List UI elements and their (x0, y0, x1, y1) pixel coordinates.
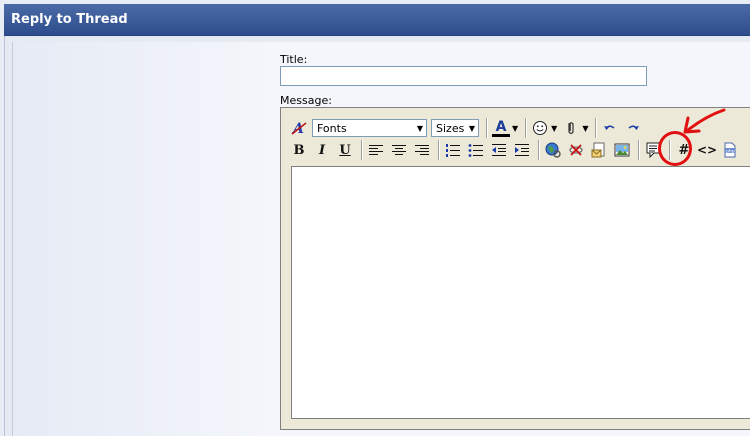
php-tag-button[interactable]: php (720, 140, 740, 160)
size-select[interactable]: Sizes ▼ (431, 119, 479, 137)
align-center-icon (392, 145, 406, 155)
email-icon (591, 142, 605, 158)
toolbar-separator (525, 118, 528, 138)
outdent-icon (492, 144, 506, 156)
panel-header: Reply to Thread (4, 4, 750, 36)
align-center-button[interactable] (389, 140, 409, 160)
size-select-value: Sizes (436, 121, 465, 135)
toolbar-row-1: A Fonts ▼ Sizes ▼ A ▼ ▼ ▼ (289, 117, 646, 139)
message-label: Message: (280, 94, 332, 107)
remove-formatting-button[interactable]: A (289, 118, 309, 138)
php-file-icon: php (724, 142, 736, 158)
unordered-list-button[interactable] (466, 140, 486, 160)
html-code-icon: <> (696, 143, 718, 157)
paperclip-icon (568, 122, 574, 135)
unordered-list-icon (468, 144, 483, 157)
attachment-button[interactable] (561, 118, 581, 138)
align-left-button[interactable] (366, 140, 386, 160)
panel-title: Reply to Thread (11, 12, 128, 27)
underline-button[interactable]: U (335, 140, 355, 160)
toolbar-separator (361, 140, 363, 160)
font-color-button[interactable]: A (491, 118, 511, 138)
image-icon (614, 143, 630, 157)
insert-image-button[interactable] (612, 140, 632, 160)
unlink-icon (569, 144, 583, 156)
ordered-list-icon (446, 144, 460, 157)
align-right-button[interactable] (412, 140, 432, 160)
remove-formatting-icon: A (291, 121, 307, 136)
toolbar-separator (538, 140, 540, 160)
bold-label: B (293, 142, 305, 158)
toolbar-separator (638, 140, 640, 160)
left-pane (12, 42, 275, 436)
undo-icon (604, 125, 615, 130)
smilies-button[interactable] (530, 118, 550, 138)
svg-text:php: php (726, 149, 735, 155)
toolbar-separator (595, 118, 598, 138)
font-color-letter: A (495, 118, 507, 135)
align-left-icon (369, 145, 383, 155)
toolbar-separator (438, 140, 440, 160)
message-textarea[interactable] (291, 166, 750, 419)
font-color-swatch (492, 133, 510, 137)
align-right-icon (415, 145, 429, 155)
indent-icon (515, 144, 529, 156)
toolbar-separator (486, 118, 488, 138)
underline-label: U (339, 142, 351, 158)
insert-email-button[interactable] (589, 140, 609, 160)
redo-icon (629, 125, 640, 130)
chevron-down-icon[interactable]: ▼ (582, 124, 588, 133)
remove-link-button[interactable] (566, 140, 586, 160)
chevron-down-icon: ▼ (416, 123, 424, 133)
redo-button[interactable] (623, 118, 643, 138)
link-globe-icon (545, 142, 561, 158)
chevron-down-icon[interactable]: ▼ (512, 124, 518, 133)
html-tag-button[interactable]: <> (697, 140, 717, 160)
chevron-down-icon[interactable]: ▼ (551, 124, 557, 133)
insert-link-button[interactable] (543, 140, 563, 160)
italic-label: I (318, 142, 326, 158)
ordered-list-button[interactable] (443, 140, 463, 160)
bold-button[interactable]: B (289, 140, 309, 160)
font-select-value: Fonts (317, 121, 347, 135)
italic-button[interactable]: I (312, 140, 332, 160)
title-label: Title: (280, 53, 308, 66)
undo-button[interactable] (600, 118, 620, 138)
title-input[interactable] (280, 66, 647, 86)
indent-button[interactable] (512, 140, 532, 160)
outdent-button[interactable] (489, 140, 509, 160)
font-select[interactable]: Fonts ▼ (312, 119, 427, 137)
chevron-down-icon: ▼ (468, 123, 476, 133)
annotation-arrow-icon (683, 108, 726, 134)
smiley-icon (533, 121, 548, 135)
